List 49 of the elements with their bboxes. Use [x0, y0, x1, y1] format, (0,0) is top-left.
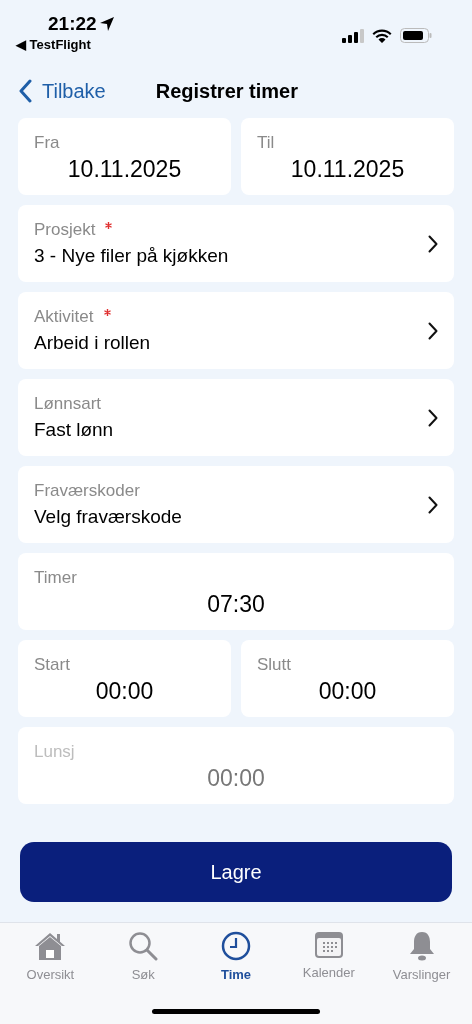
field-value: 00:00 [206, 764, 266, 793]
field-value: 00:00 [94, 677, 155, 706]
screen-title: Registrer timer [155, 79, 298, 104]
field-label: Fra [34, 132, 61, 154]
field-label: Fraværskoder [34, 480, 140, 502]
search-icon [128, 931, 159, 961]
date-field[interactable]: Til 10.11.2025 [241, 118, 454, 195]
calendar-icon [313, 931, 344, 959]
picker-field[interactable]: Fraværskoder Velg fraværskode [18, 466, 454, 543]
back-to-app-link[interactable]: ◀ TestFlight [16, 35, 115, 55]
date-field[interactable]: Slutt 00:00 [241, 640, 454, 717]
picker-field[interactable]: Prosjekt 3 - Nye filer på kjøkken [18, 205, 454, 282]
field-label: Prosjekt [34, 219, 96, 241]
time-field[interactable]: Timer 07:30 [18, 553, 454, 630]
chevron-left-icon [18, 79, 32, 103]
house-icon [34, 931, 67, 961]
chevron-right-icon [428, 321, 438, 340]
back-button[interactable]: Tilbake [18, 76, 106, 106]
field-label: Timer [34, 567, 78, 589]
clock-icon [221, 931, 251, 961]
date-field[interactable]: Fra 10.11.2025 [18, 118, 231, 195]
field-value: 3 - Nye filer på kjøkken [34, 244, 230, 268]
date-field[interactable]: Start 00:00 [18, 640, 231, 717]
field-value: 10.11.2025 [289, 155, 406, 184]
wifi-icon [372, 28, 392, 43]
picker-field[interactable]: Lønnsart Fast lønn [18, 379, 454, 456]
chevron-right-icon [428, 495, 438, 514]
field-value: Fast lønn [34, 418, 115, 442]
picker-field[interactable]: Aktivitet Arbeid i rollen [18, 292, 454, 369]
field-label: Slutt [257, 654, 293, 676]
field-label: Til [257, 132, 276, 154]
battery-icon [400, 28, 432, 43]
field-label: Lunsj [34, 741, 76, 763]
chevron-right-icon [428, 408, 438, 427]
signal-icon [342, 28, 364, 43]
field-value: 10.11.2025 [66, 155, 183, 184]
field-value: Velg fraværskode [34, 505, 183, 529]
tab[interactable]: Time [191, 931, 281, 985]
field-value: 07:30 [206, 590, 266, 619]
field-value: 00:00 [317, 677, 378, 706]
field-value: Arbeid i rollen [34, 331, 152, 355]
save-button[interactable]: Lagre [20, 842, 452, 902]
status-time: 21:22 [48, 14, 97, 33]
chevron-right-icon [428, 234, 438, 253]
location-arrow-icon [98, 15, 115, 32]
field-label: Lønnsart [34, 393, 102, 415]
field-label: Aktivitet [34, 306, 94, 328]
field-label: Start [34, 654, 71, 676]
bell-icon [407, 931, 436, 961]
